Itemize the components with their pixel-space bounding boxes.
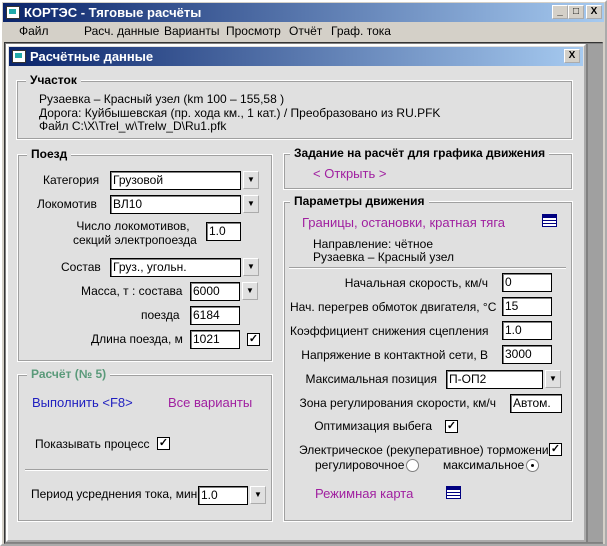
section-file: Файл C:\X\Trel_w\Trelw_D\Ru1.pfk <box>39 119 227 133</box>
period-select[interactable]: 1.0 <box>198 486 248 505</box>
mass-train-input[interactable]: 6184 <box>190 306 240 325</box>
mode-map-link[interactable]: Режимная карта <box>315 486 413 501</box>
count-label-2: секций электропоезда <box>73 233 197 247</box>
menu-calc-data[interactable]: Расч. данные <box>84 22 159 40</box>
menu-file[interactable]: Файл <box>19 22 49 40</box>
regulating-label: регулировочное <box>315 458 405 472</box>
voltage-label: Напряжение в контактной сети, В <box>301 348 488 362</box>
overheat-label: Нач. перегрев обмоток двигателя, °C <box>290 300 497 314</box>
task-title: Задание на расчёт для графика движения <box>290 146 550 160</box>
bounds-link[interactable]: Границы, остановки, кратная тяга <box>302 215 505 230</box>
motion-title: Параметры движения <box>290 194 429 208</box>
menu-view[interactable]: Просмотр <box>226 22 281 40</box>
all-variants-button[interactable]: Все варианты <box>168 395 252 410</box>
calc-title: Расчёт (№ 5) <box>27 367 111 381</box>
divider <box>25 469 268 471</box>
show-process-checkbox[interactable]: ✓ <box>157 437 170 450</box>
category-select[interactable]: Грузовой <box>110 171 241 190</box>
period-label: Период усреднения тока, мин <box>31 487 198 501</box>
run-button[interactable]: Выполнить <F8> <box>32 395 133 410</box>
loco-select[interactable]: ВЛ10 <box>110 195 241 214</box>
adhesion-label: Коэффициент снижения сцепления <box>290 324 489 338</box>
section-title: Участок <box>26 73 81 87</box>
child-title-bar: Расчётные данные X <box>9 47 583 66</box>
menu-current-graph[interactable]: Граф. тока <box>331 22 391 40</box>
maxpos-dropdown-icon[interactable]: ▼ <box>545 370 561 388</box>
overheat-input[interactable]: 15 <box>502 297 552 316</box>
menu-report[interactable]: Отчёт <box>289 22 322 40</box>
category-dropdown-icon[interactable]: ▼ <box>243 171 259 189</box>
period-dropdown-icon[interactable]: ▼ <box>250 486 266 504</box>
count-label: Число локомотивов, <box>76 219 190 233</box>
consist-dropdown-icon[interactable]: ▼ <box>243 258 259 276</box>
section-route: Рузаевка – Красный узел (km 100 – 155,58… <box>39 92 285 106</box>
mass-dropdown-icon[interactable]: ▼ <box>242 282 258 300</box>
maximal-label: максимальное <box>443 458 525 472</box>
minimize-button[interactable]: _ <box>552 5 568 19</box>
length-input[interactable]: 1021 <box>190 330 240 349</box>
brake-checkbox[interactable]: ✓ <box>549 443 562 456</box>
maximal-radio[interactable] <box>526 459 539 472</box>
menu-variants[interactable]: Варианты <box>164 22 219 40</box>
adhesion-input[interactable]: 1.0 <box>502 321 552 340</box>
length-checkbox[interactable]: ✓ <box>247 333 260 346</box>
table-icon[interactable] <box>542 214 557 227</box>
mass-consist-input[interactable]: 6000 <box>190 282 240 301</box>
voltage-input[interactable]: 3000 <box>502 345 552 364</box>
coasting-label: Оптимизация выбега <box>314 419 432 433</box>
app-title: КОРТЭС - Тяговые расчёты <box>24 5 202 20</box>
show-process-label: Показывать процесс <box>35 437 150 451</box>
direction-text: Направление: чётное <box>313 237 434 251</box>
coasting-checkbox[interactable]: ✓ <box>445 420 458 433</box>
zone-label: Зона регулирования скорости, км/ч <box>299 396 496 410</box>
app-title-bar: КОРТЭС - Тяговые расчёты _ □ X <box>3 3 604 22</box>
child-title: Расчётные данные <box>30 49 154 64</box>
brake-label: Электрическое (рекуперативное) торможени… <box>299 443 559 457</box>
route-text: Рузаевка – Красный узел <box>313 250 455 264</box>
consist-label: Состав <box>61 260 101 274</box>
close-button[interactable]: X <box>586 5 602 19</box>
count-input[interactable]: 1.0 <box>206 222 241 241</box>
start-speed-input[interactable]: 0 <box>502 273 552 292</box>
regulating-radio[interactable] <box>406 459 419 472</box>
section-road: Дорога: Куйбышевская (пр. хода км., 1 ка… <box>39 106 441 120</box>
table-icon[interactable] <box>446 486 461 499</box>
mass-train-label: поезда <box>141 308 180 322</box>
scrollbar[interactable] <box>588 44 603 542</box>
maxpos-select[interactable]: П-ОП2 <box>446 370 543 389</box>
maximize-button[interactable]: □ <box>568 5 584 19</box>
loco-dropdown-icon[interactable]: ▼ <box>243 195 259 213</box>
mass-label: Масса, т : состава <box>81 284 183 298</box>
zone-input[interactable]: Автом. <box>510 394 562 413</box>
loco-label: Локомотив <box>37 197 97 211</box>
maxpos-label: Максимальная позиция <box>305 372 437 386</box>
train-title: Поезд <box>27 147 72 161</box>
child-close-button[interactable]: X <box>564 49 580 63</box>
length-label: Длина поезда, м <box>91 332 183 346</box>
start-speed-label: Начальная скорость, км/ч <box>344 276 488 290</box>
open-task-button[interactable]: < Открыть > <box>313 166 386 181</box>
app-icon <box>6 6 20 19</box>
divider <box>289 267 566 269</box>
category-label: Категория <box>43 173 100 187</box>
consist-select[interactable]: Груз., угольн. <box>110 258 241 277</box>
window-icon <box>12 50 26 63</box>
